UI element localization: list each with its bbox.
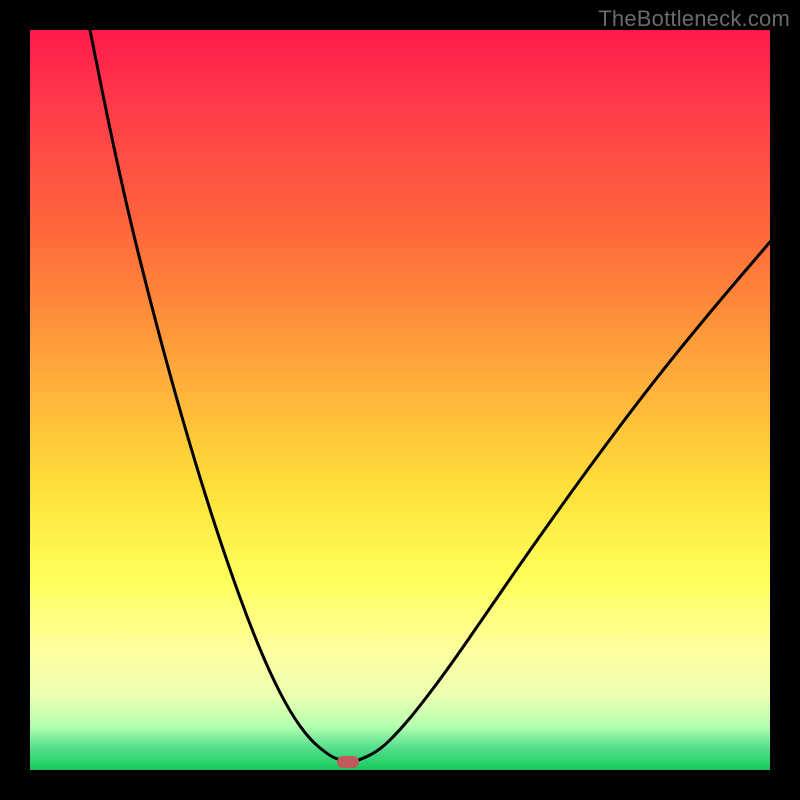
optimal-marker	[337, 756, 359, 768]
chart-frame: TheBottleneck.com	[0, 0, 800, 800]
curve-svg	[30, 30, 770, 770]
watermark-text: TheBottleneck.com	[598, 6, 790, 32]
bottleneck-curve	[90, 30, 770, 762]
plot-area	[30, 30, 770, 770]
